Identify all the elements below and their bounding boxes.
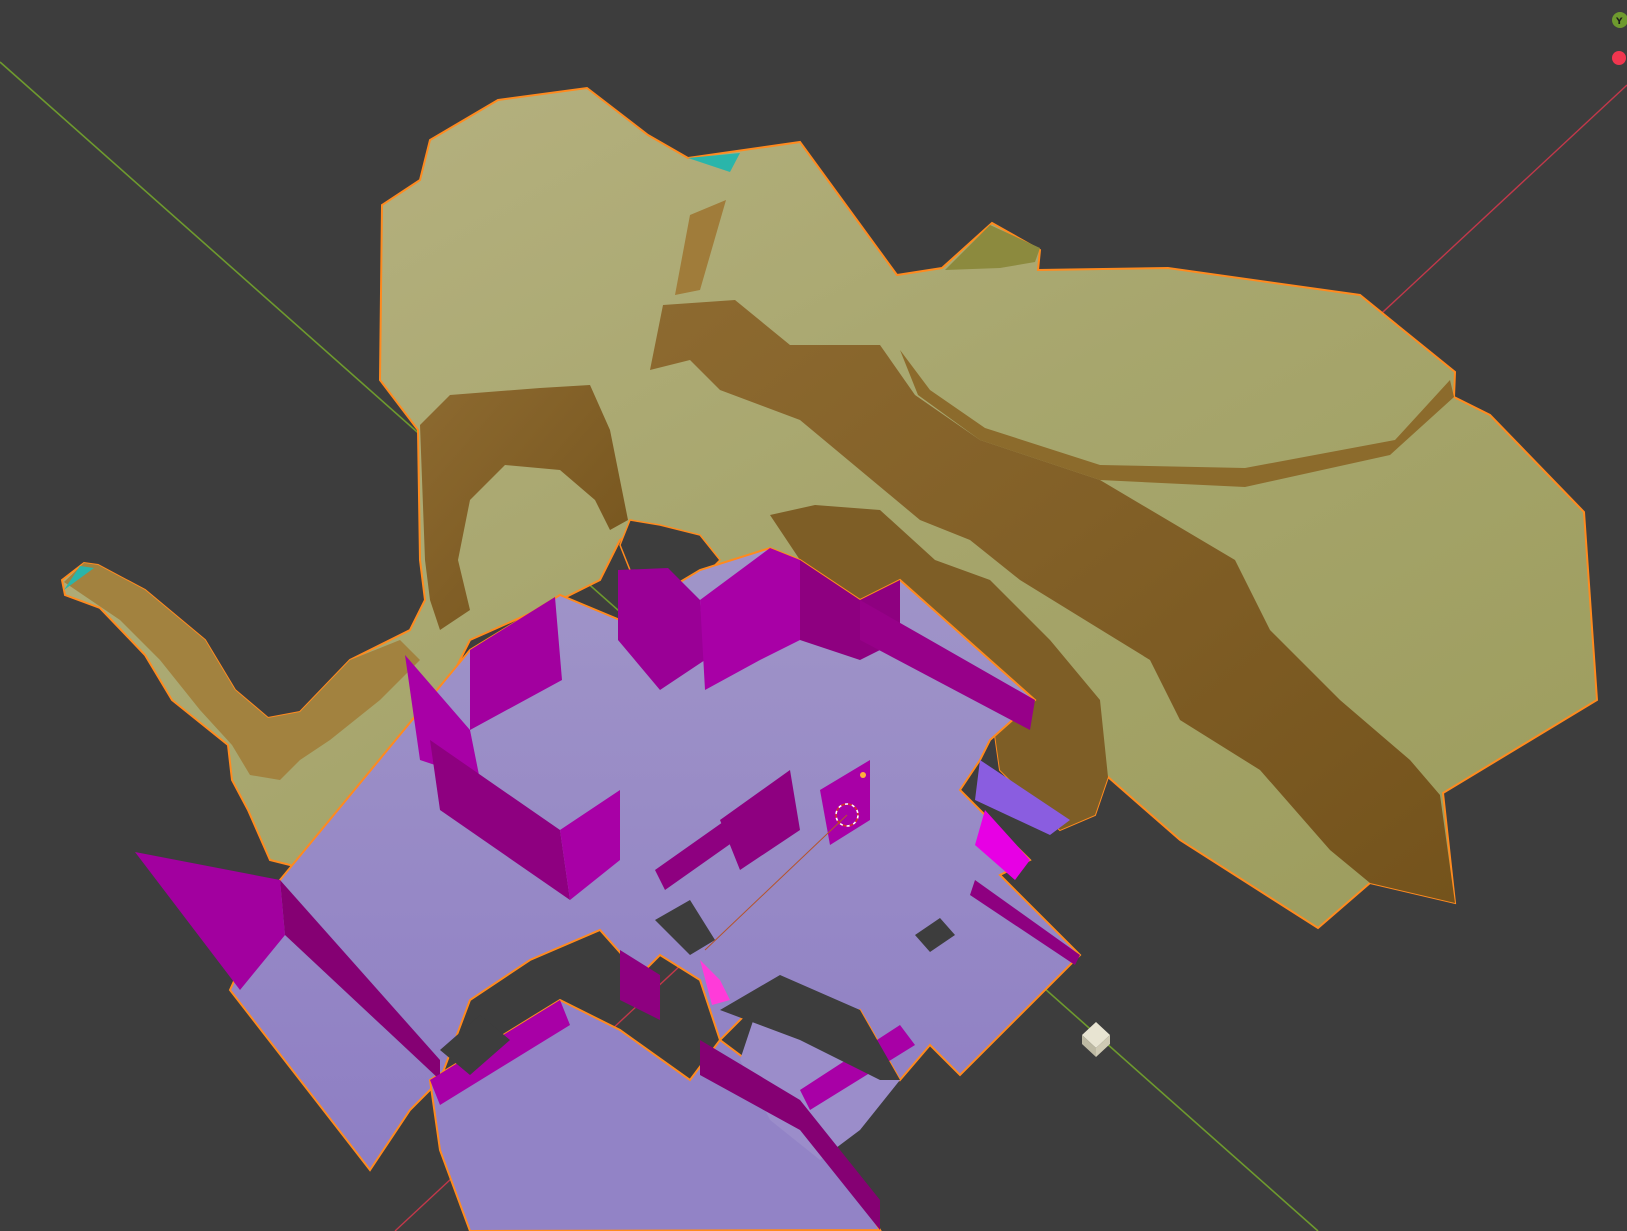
terrain-top-spike (945, 225, 1040, 270)
origin-dot (860, 772, 866, 778)
gizmo-y-label: Y (1615, 17, 1623, 27)
building-floorplan-mesh[interactable] (135, 546, 1082, 1231)
gizmo-x-icon[interactable] (1612, 51, 1626, 65)
navigation-gizmo[interactable]: Y (1612, 12, 1627, 65)
light-cube-icon[interactable] (1082, 1022, 1110, 1057)
viewport-canvas[interactable]: Y (0, 0, 1627, 1231)
3d-viewport[interactable]: Y (0, 0, 1627, 1231)
